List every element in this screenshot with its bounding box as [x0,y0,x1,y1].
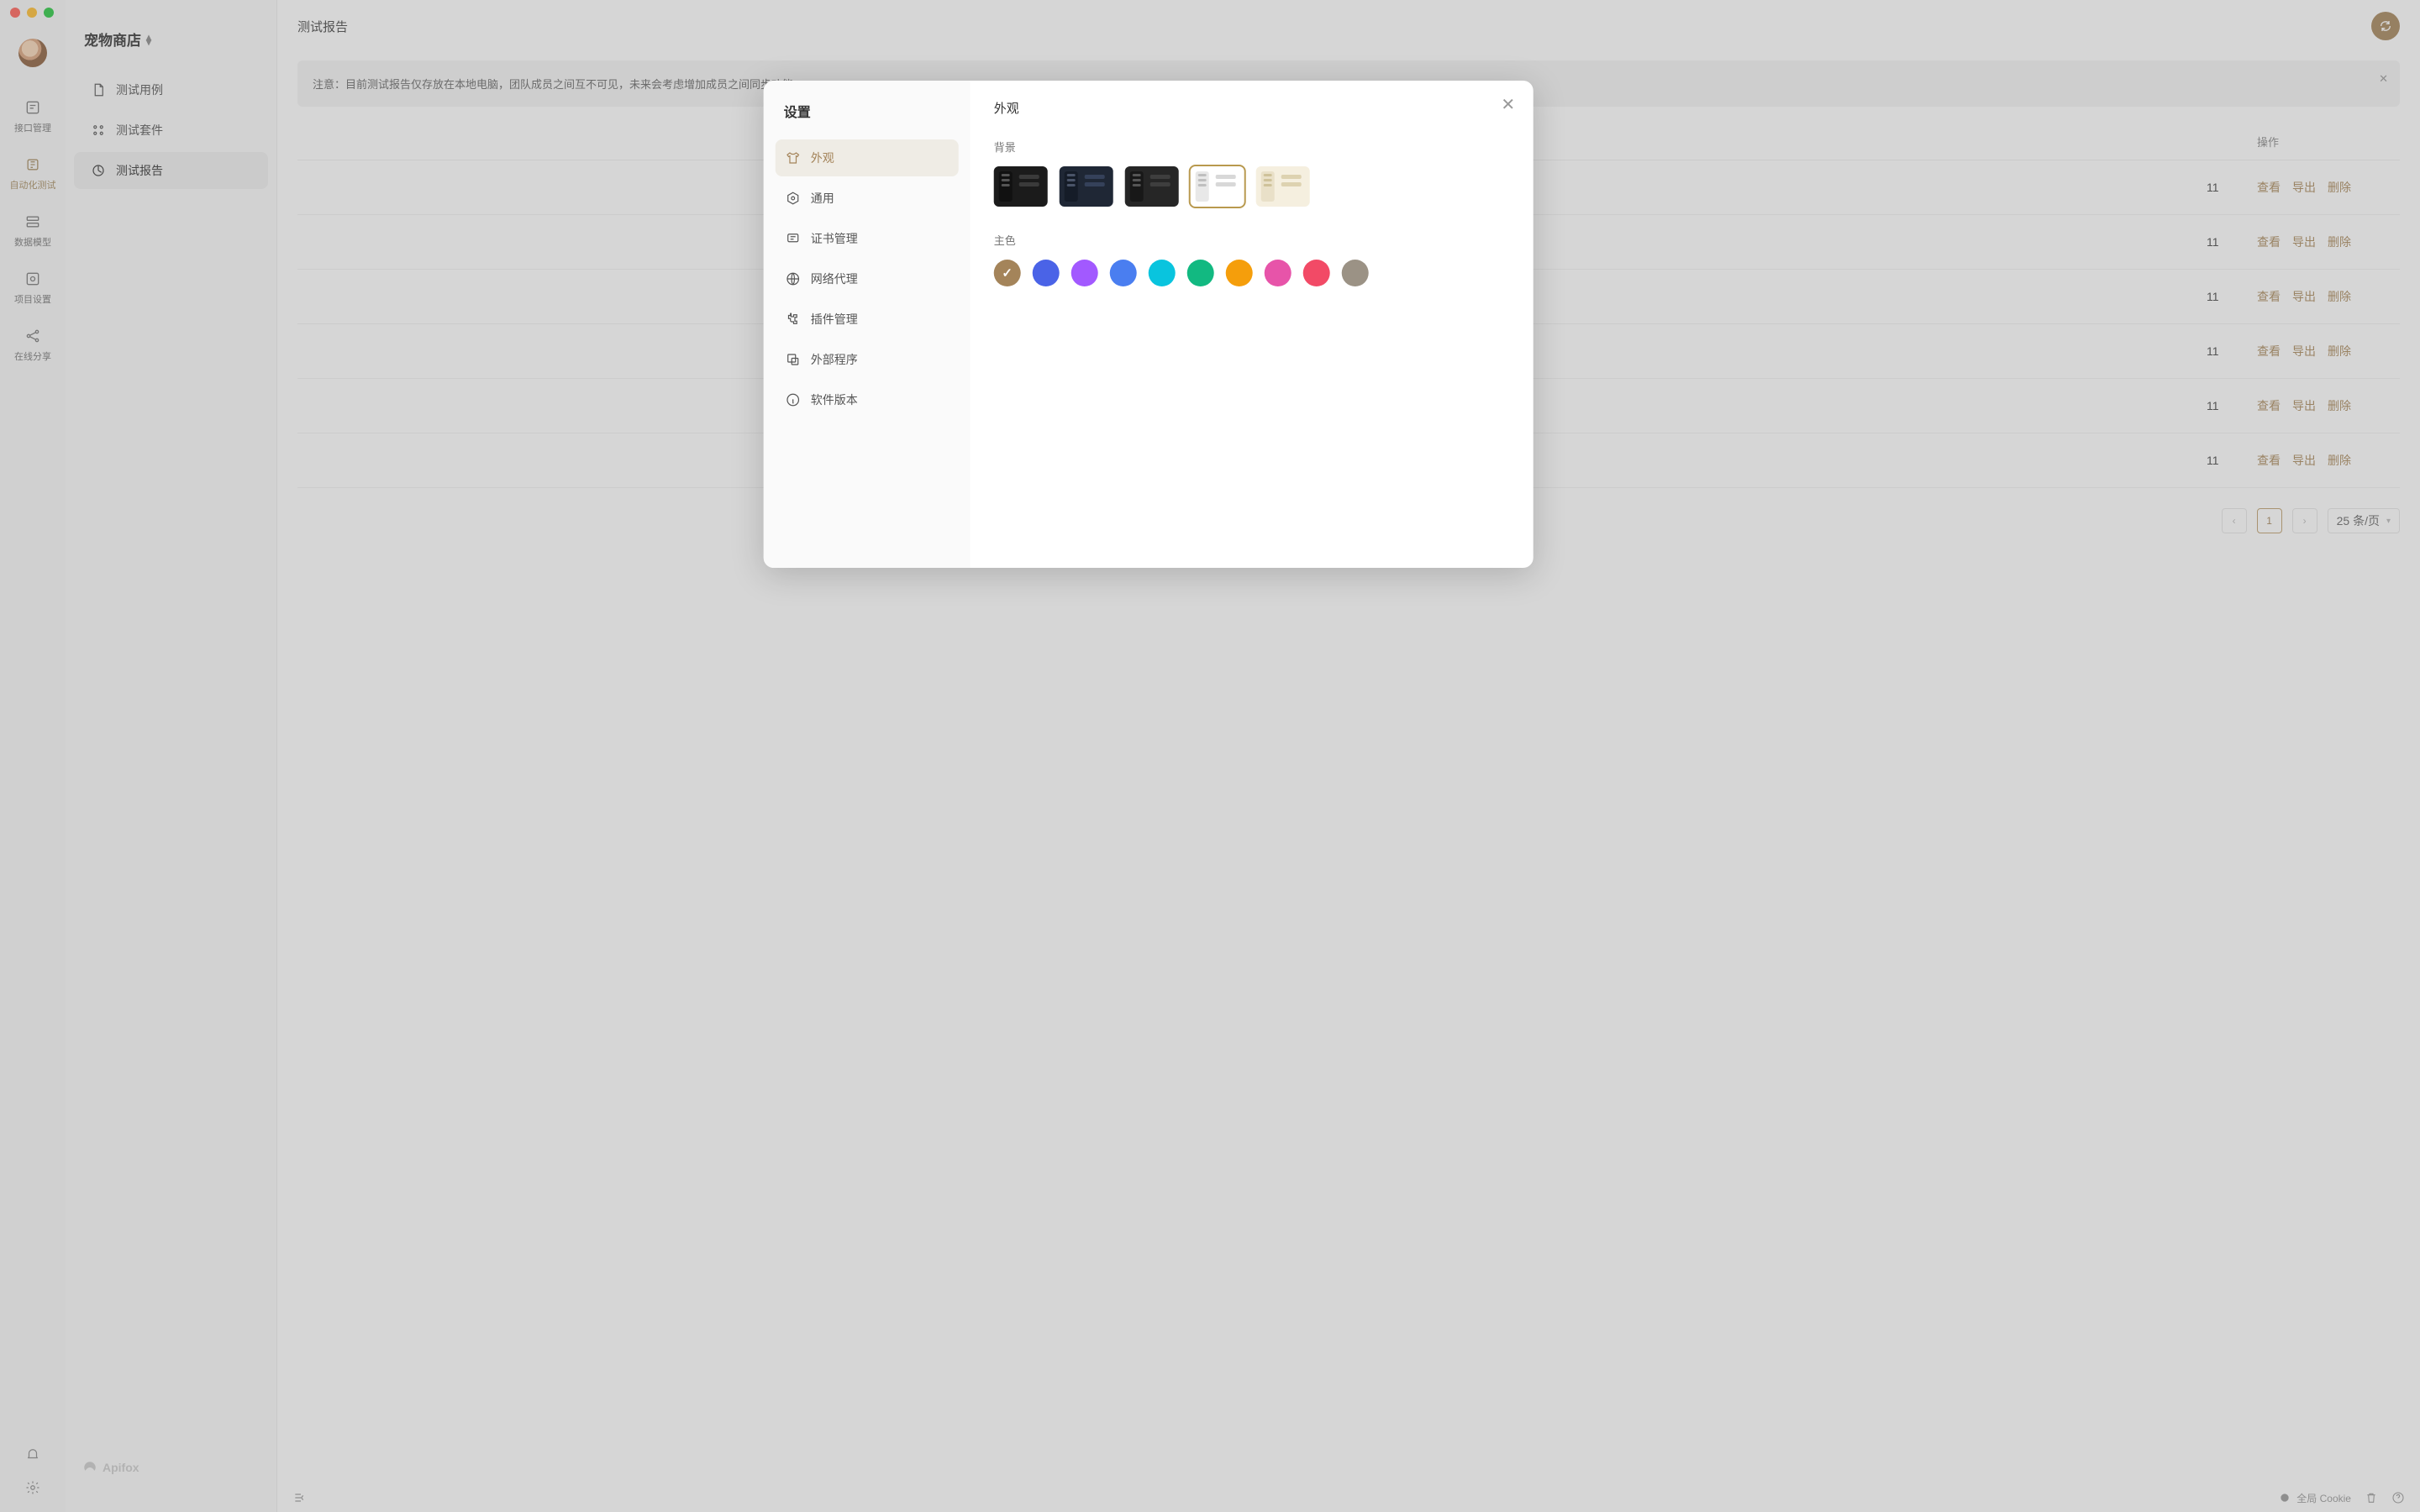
settings-nav-proxy[interactable]: 网络代理 [776,260,959,297]
panel-heading: 外观 [994,99,1510,117]
bg-theme-warm[interactable] [1256,166,1310,207]
bg-theme-dark1[interactable] [994,166,1048,207]
hex-icon [786,191,801,206]
settings-nav-label: 网络代理 [811,270,858,287]
color-section-label: 主色 [994,232,1510,248]
settings-nav-cert[interactable]: 证书管理 [776,220,959,257]
settings-nav-label: 外观 [811,150,834,166]
bg-section-label: 背景 [994,139,1510,155]
app-root: 接口管理 自动化测试 数据模型 项目设置 在线分享 宠物商店 ▴▾ [0,0,2420,1512]
settings-nav-plugin[interactable]: 插件管理 [776,301,959,338]
settings-nav-external[interactable]: 外部程序 [776,341,959,378]
accent-swatch[interactable] [1149,260,1176,286]
settings-nav-label: 证书管理 [811,230,858,247]
accent-swatch[interactable] [1071,260,1098,286]
accent-swatch[interactable] [1187,260,1214,286]
settings-nav-label: 外部程序 [811,351,858,368]
accent-color-row [994,260,1510,286]
info-icon [786,392,801,407]
settings-nav-appearance[interactable]: 外观 [776,139,959,176]
accent-swatch[interactable] [1342,260,1369,286]
settings-modal: 设置 外观 通用 证书管理 网络代理 插件管理 [764,81,1534,568]
settings-nav-label: 软件版本 [811,391,858,408]
settings-title: 设置 [776,97,959,138]
bg-theme-light[interactable] [1191,166,1244,207]
plugin-icon [786,312,801,327]
accent-swatch[interactable] [994,260,1021,286]
accent-swatch[interactable] [1303,260,1330,286]
settings-nav: 设置 外观 通用 证书管理 网络代理 插件管理 [764,81,971,568]
bg-theme-dark2[interactable] [1060,166,1113,207]
cert-icon [786,231,801,246]
settings-nav-general[interactable]: 通用 [776,180,959,217]
accent-swatch[interactable] [1110,260,1137,286]
settings-panel: ✕ 外观 背景 主色 [971,81,1534,568]
modal-close[interactable]: ✕ [1500,97,1517,114]
settings-nav-label: 通用 [811,190,834,207]
shirt-icon [786,150,801,165]
accent-swatch[interactable] [1033,260,1060,286]
accent-swatch[interactable] [1226,260,1253,286]
bg-theme-row [994,166,1510,207]
settings-nav-version[interactable]: 软件版本 [776,381,959,418]
globe-icon [786,271,801,286]
bg-theme-dark3[interactable] [1125,166,1179,207]
settings-nav-label: 插件管理 [811,311,858,328]
accent-swatch[interactable] [1265,260,1292,286]
external-icon [786,352,801,367]
